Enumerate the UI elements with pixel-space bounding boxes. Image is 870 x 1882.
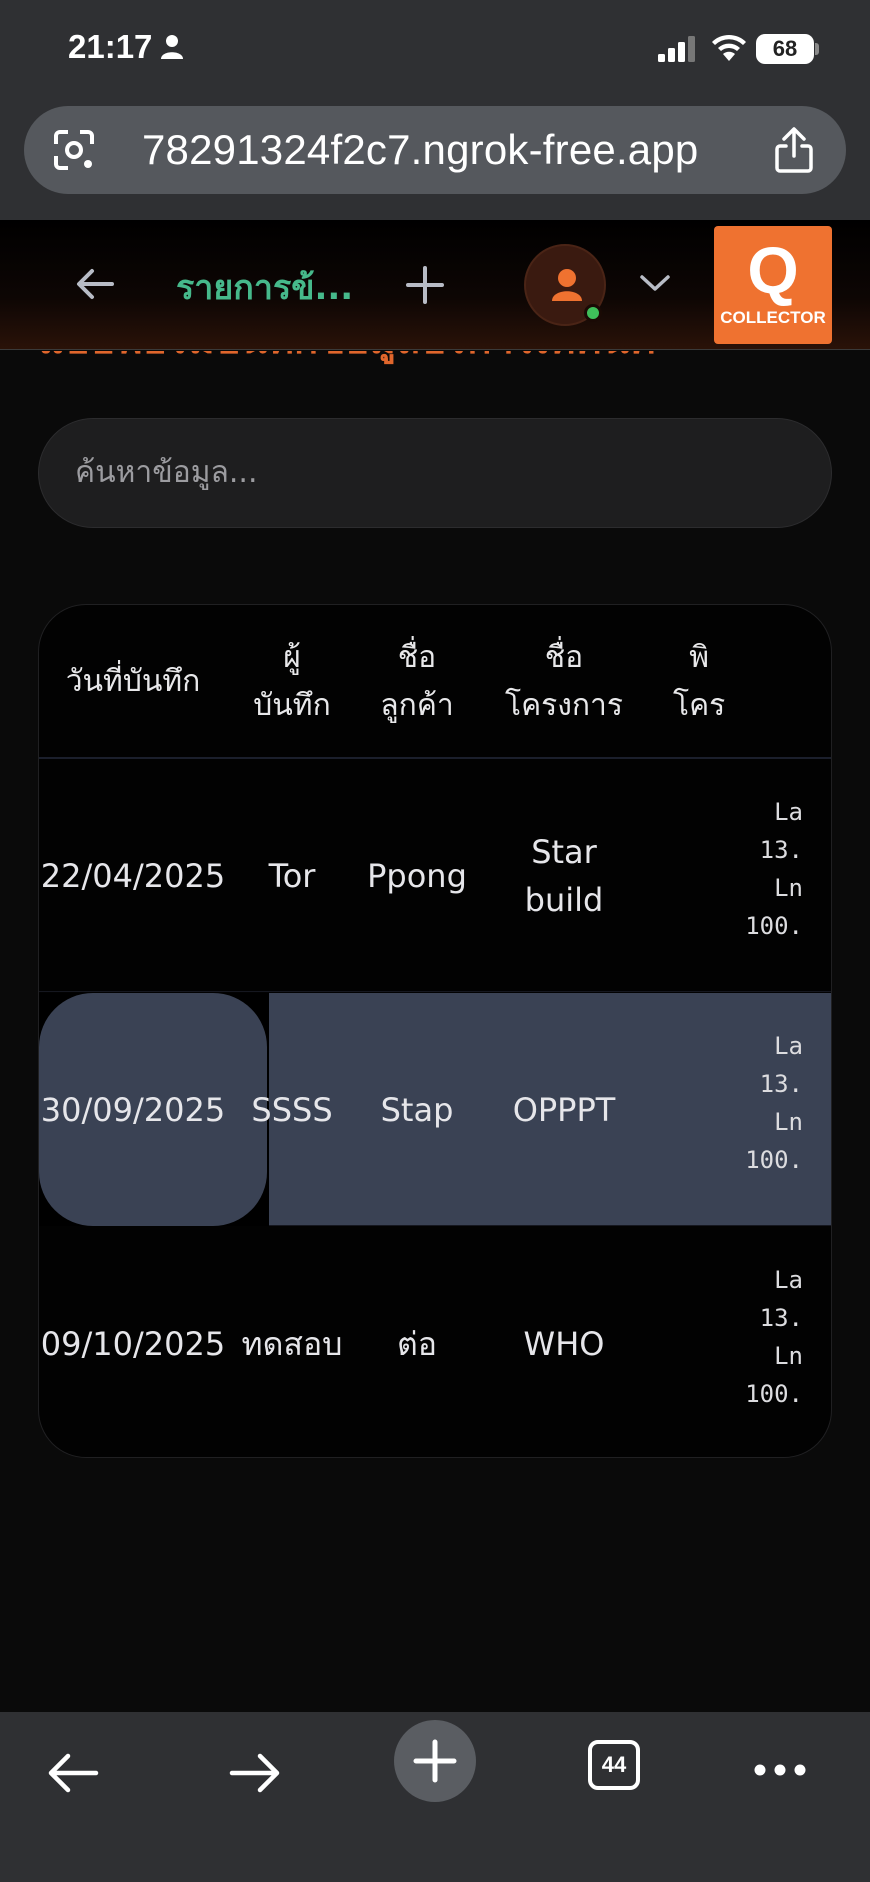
cell-project: Star build xyxy=(524,832,604,919)
share-icon[interactable] xyxy=(772,126,816,178)
table-row[interactable]: 22/04/2025 Tor Ppong Star build La 13. L… xyxy=(39,759,831,992)
column-header-location[interactable]: พิ โคร xyxy=(673,605,813,759)
new-tab-button[interactable] xyxy=(394,1720,476,1802)
back-arrow-icon[interactable] xyxy=(74,266,116,306)
tab-switcher-button[interactable]: 44 xyxy=(588,1740,640,1790)
logo-text: COLLECTOR xyxy=(720,308,826,327)
column-header-recorder[interactable]: ผู้ บันทึก xyxy=(225,605,359,759)
battery-indicator: 68 xyxy=(756,34,814,64)
column-header-project[interactable]: ชื่อ โครงการ xyxy=(475,605,653,759)
app-header: รายการข้... Q COLLECTOR xyxy=(0,220,870,350)
url-text[interactable]: 78291324f2c7.ngrok-free.app xyxy=(142,126,699,174)
table-row[interactable]: 09/10/2025 ทดสอบ ต่อ WHO La 13. Ln 100. xyxy=(39,1227,831,1457)
table-row-selected[interactable]: 30/09/2025 SSSS Stap OPPPT La 13. Ln 100… xyxy=(39,993,831,1226)
online-status-dot xyxy=(584,304,602,322)
signal-icon xyxy=(658,36,698,66)
page-heading: แบบฟอร์มบันทึกข้อมูลบริการเทคนิค xyxy=(38,351,656,366)
browser-bottom-bar: 44 xyxy=(0,1712,870,1882)
browser-toolbar: 78291324f2c7.ngrok-free.app xyxy=(0,100,870,220)
cell-recorder: SSSS xyxy=(251,1090,333,1129)
search-box[interactable] xyxy=(38,418,832,528)
plus-icon xyxy=(413,1739,457,1783)
wifi-icon xyxy=(710,32,748,66)
logo-letter: Q xyxy=(747,233,799,307)
cell-date: 09/10/2025 xyxy=(40,1324,226,1363)
column-header-customer[interactable]: ชื่อ ลูกค้า xyxy=(359,605,475,759)
cell-recorder: Tor xyxy=(268,856,316,895)
person-icon xyxy=(160,34,184,64)
page-heading-clip: แบบฟอร์มบันทึกข้อมูลบริการเทคนิค xyxy=(0,351,870,371)
cell-customer: ต่อ xyxy=(397,1324,437,1363)
add-icon[interactable] xyxy=(404,264,446,310)
status-bar: 21:17 68 xyxy=(0,0,870,100)
chevron-down-icon[interactable] xyxy=(638,272,672,298)
cell-project: WHO xyxy=(523,1324,605,1363)
more-menu-icon[interactable] xyxy=(752,1762,808,1782)
records-table: วันที่บันทึก ผู้ บันทึก ชื่อ ลูกค้า ชื่อ… xyxy=(38,604,832,1458)
column-header-date[interactable]: วันที่บันทึก xyxy=(39,605,227,759)
cell-location: La 13. Ln 100. xyxy=(745,798,803,940)
battery-tip xyxy=(815,43,819,55)
google-lens-icon[interactable] xyxy=(50,126,98,178)
browser-forward-icon[interactable] xyxy=(228,1752,282,1798)
cell-date: 30/09/2025 xyxy=(40,1090,226,1129)
table-header: วันที่บันทึก ผู้ บันทึก ชื่อ ลูกค้า ชื่อ… xyxy=(39,605,831,759)
header-title: รายการข้... xyxy=(176,268,354,308)
search-input[interactable] xyxy=(75,447,775,497)
app-logo[interactable]: Q COLLECTOR xyxy=(714,226,832,344)
cell-location: La 13. Ln 100. xyxy=(745,1266,803,1408)
cell-project: OPPPT xyxy=(512,1090,616,1129)
cell-customer: Ppong xyxy=(367,856,467,895)
cell-location: La 13. Ln 100. xyxy=(745,1032,803,1174)
address-bar[interactable]: 78291324f2c7.ngrok-free.app xyxy=(24,106,846,194)
cell-customer: Stap xyxy=(380,1090,454,1129)
cell-recorder: ทดสอบ xyxy=(241,1324,343,1363)
status-time: 21:17 xyxy=(68,28,153,65)
browser-back-icon[interactable] xyxy=(46,1752,100,1798)
cell-date: 22/04/2025 xyxy=(40,856,226,895)
